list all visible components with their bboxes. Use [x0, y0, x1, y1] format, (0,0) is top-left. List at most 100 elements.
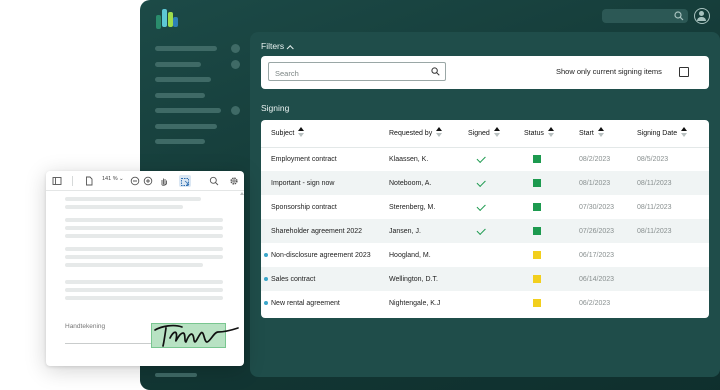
sidebar-nav: [155, 44, 245, 155]
cell-signed: [468, 267, 524, 291]
pdf-viewer: 141 % ⌄ Handtekening: [46, 171, 244, 366]
sort-icon: [493, 127, 500, 138]
table-row[interactable]: Sales contract Wellington, D.T. 06/14/2023: [261, 267, 709, 291]
sort-icon: [298, 127, 305, 138]
signature-field[interactable]: [151, 323, 239, 348]
checkmark-icon: [476, 225, 486, 235]
table-row[interactable]: Employment contract Klaassen, K. 08/2/2023…: [261, 147, 709, 171]
sort-icon: [547, 127, 554, 138]
table-row[interactable]: Important - sign now Noteboom, A. 08/1/202…: [261, 171, 709, 195]
checkmark-icon: [476, 177, 486, 187]
sidebar-item[interactable]: [155, 123, 245, 130]
column-label: Subject: [271, 130, 295, 138]
table-row[interactable]: Shareholder agreement 2022 Jansen, J. 07/2…: [261, 219, 709, 243]
cell-status: [524, 219, 579, 243]
filters-card: Show only current signing items: [261, 56, 709, 89]
nav-dot-icon: [231, 106, 240, 115]
cell-start: 07/30/2023: [579, 203, 615, 211]
column-header-signed[interactable]: Signed: [468, 120, 524, 148]
column-label: Requested by: [389, 130, 433, 138]
text-line: [65, 234, 223, 238]
signature-label: Handtekening: [65, 323, 106, 330]
sidebar-item[interactable]: [155, 44, 245, 53]
cell-signed: [468, 195, 524, 219]
column-header-subject[interactable]: Subject: [261, 120, 389, 148]
gear-icon[interactable]: [229, 176, 239, 186]
only-current-checkbox[interactable]: [679, 67, 689, 77]
cell-start: 06/2/2023: [579, 299, 611, 307]
scroll-up-arrow[interactable]: [240, 192, 244, 292]
checkmark-icon: [476, 154, 486, 163]
cell-start: 06/14/2023: [579, 267, 637, 291]
cell-subject: Employment contract: [261, 147, 389, 171]
global-search-input[interactable]: [602, 9, 688, 23]
sort-icon: [436, 127, 443, 138]
sidebar-item[interactable]: [155, 77, 245, 83]
nav-dot-icon: [231, 44, 240, 53]
cell-signed: [468, 147, 524, 171]
cell-requested-by: Hoogland, M.: [389, 251, 431, 259]
search-input[interactable]: [269, 65, 419, 82]
cell-status: [524, 171, 579, 195]
stage: Filters Show only current signing items …: [0, 0, 720, 390]
table-row[interactable]: New rental agreement Nightengale, K.J 06/2…: [261, 291, 709, 315]
search-icon[interactable]: [209, 176, 219, 186]
cell-signing-date: [637, 267, 709, 291]
status-indicator-icon: [533, 155, 541, 164]
toolbar-divider: [72, 176, 73, 186]
cell-requested-by: Sterenberg, M.: [389, 203, 436, 211]
table-header-row: Subject Requested by Signed Status Start…: [261, 120, 709, 148]
sidebar-footer-item[interactable]: [155, 373, 197, 377]
subject-text: New rental agreement: [271, 299, 340, 307]
column-header-signing-date[interactable]: Signing Date: [637, 120, 709, 148]
sort-icon: [597, 127, 604, 138]
sidebar-item[interactable]: [155, 106, 245, 115]
zoom-level[interactable]: 141 %: [102, 176, 118, 182]
filters-toggle[interactable]: Filters: [261, 41, 294, 53]
cell-signing-date: [637, 291, 709, 315]
cell-subject: New rental agreement: [261, 291, 389, 315]
sidebar-item[interactable]: [155, 139, 245, 145]
search-field[interactable]: [268, 62, 446, 82]
cell-subject: Sponsorship contract: [261, 195, 389, 219]
chevron-down-icon[interactable]: ⌄: [119, 176, 124, 182]
sidebar-toggle-icon[interactable]: [52, 176, 62, 186]
zoom-out-icon[interactable]: [130, 176, 140, 186]
hand-tool-icon[interactable]: [159, 176, 169, 186]
sidebar-item[interactable]: [155, 59, 245, 69]
cell-signing-date: [637, 243, 709, 267]
chevron-up-icon: [286, 45, 294, 53]
column-header-status[interactable]: Status: [524, 120, 579, 148]
only-current-label: Show only current signing items: [556, 67, 662, 76]
zoom-in-icon[interactable]: [143, 176, 153, 186]
user-avatar-icon[interactable]: [694, 8, 710, 24]
sort-icon: [681, 127, 688, 138]
status-indicator-icon: [533, 203, 541, 211]
page-icon[interactable]: [84, 176, 94, 186]
unread-dot-icon: [264, 277, 268, 281]
column-header-requested-by[interactable]: Requested by: [389, 120, 468, 148]
sidebar-item[interactable]: [155, 92, 245, 99]
cell-requested-by: Jansen, J.: [389, 219, 468, 243]
table-row[interactable]: Non-disclosure agreement 2023 Hoogland, M…: [261, 243, 709, 267]
subject-text: Important - sign now: [271, 179, 335, 187]
cell-signed: [468, 243, 524, 267]
text-line: [65, 255, 223, 259]
text-line: [65, 197, 201, 201]
column-label: Signed: [468, 130, 490, 138]
cell-subject: Non-disclosure agreement 2023: [261, 243, 389, 267]
cell-start: 08/2/2023: [579, 155, 611, 163]
cell-subject: Shareholder agreement 2022: [261, 219, 389, 243]
cell-status: [524, 195, 579, 219]
column-label: Status: [524, 130, 544, 138]
status-indicator-icon: [533, 227, 541, 235]
select-tool-button[interactable]: [179, 175, 191, 187]
app-logo: [156, 7, 178, 31]
text-line: [65, 296, 223, 300]
cell-requested-by: Klaassen, K.: [389, 155, 429, 163]
table-row[interactable]: Sponsorship contract Sterenberg, M. 07/30/…: [261, 195, 709, 219]
cell-signing-date: 08/11/2023: [637, 171, 709, 195]
column-header-start[interactable]: Start: [579, 120, 637, 148]
cell-signed: [468, 291, 524, 315]
cell-signing-date: 08/11/2023: [637, 219, 709, 243]
